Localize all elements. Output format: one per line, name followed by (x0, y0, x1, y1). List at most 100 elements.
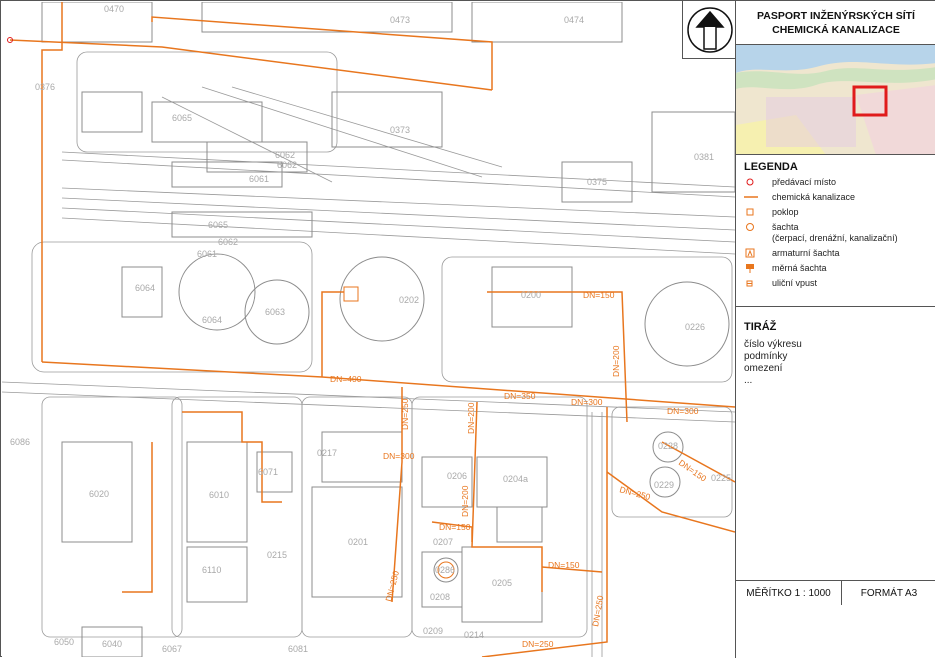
parcel-label: 0376 (35, 82, 55, 92)
parcel-label: 0207 (433, 537, 453, 547)
pipe-label: DN=150 (677, 457, 709, 483)
legend-label: uliční vpust (772, 278, 818, 288)
parcel-label: 0228 (658, 441, 678, 451)
meter-shaft-icon (744, 263, 772, 274)
imprint-heading: TIRÁŽ (744, 321, 777, 333)
pipe-label: DN=150 (583, 290, 615, 300)
pipe-label: DN=250 (522, 639, 554, 649)
pipe-label: DN=250 (400, 398, 410, 430)
parcel-label: 6020 (89, 489, 109, 499)
pipe-label: DN=250 (590, 594, 605, 627)
pipe-label: DN=350 (504, 391, 536, 401)
imprint-section: TIRÁŽ číslo výkresu podmínky omezení ... (736, 307, 935, 581)
map-sheet: 0470 0473 0474 0376 6065 0373 6062 6062 … (0, 0, 935, 658)
side-panel: PASPORT INŽENÝRSKÝCH SÍTÍ CHEMICKÁ KANAL… (735, 1, 935, 658)
legend-heading: LEGENDA (744, 161, 798, 173)
pipe-label: DN=200 (460, 485, 470, 517)
legend-item: šachta (čerpací, drenážní, kanalizační) (744, 222, 928, 244)
parcel-label: 0217 (317, 448, 337, 458)
armature-shaft-icon (744, 248, 772, 259)
pipe-label: DN=300 (383, 451, 415, 461)
north-arrow-icon (687, 7, 733, 53)
map-canvas[interactable]: 0470 0473 0474 0376 6065 0373 6062 6062 … (2, 2, 735, 657)
parcel-label: 6062 (218, 237, 238, 247)
pipe-label: DN=400 (330, 374, 362, 384)
shaft-icon (744, 222, 772, 233)
parcel-label: 0473 (390, 15, 410, 25)
parcel-label: 6010 (209, 490, 229, 500)
legend-item: poklop (744, 207, 928, 218)
pipe-label: DN=200 (466, 402, 476, 434)
railway-tracks (61, 86, 735, 255)
parcel-label: 0225 (711, 473, 731, 483)
parcel-label: 0204a (503, 474, 528, 484)
parcel-label: 6062 (277, 160, 297, 170)
sheet-title-line1: PASPORT INŽENÝRSKÝCH SÍTÍ (757, 10, 915, 22)
pipe-label: DN=250 (618, 484, 651, 502)
parcel-label: 0470 (104, 4, 124, 14)
legend-item: uliční vpust (744, 278, 928, 289)
parcel-label: 0214 (464, 630, 484, 640)
parcel-label: 0226 (685, 322, 705, 332)
parcel-label: 6110 (202, 565, 221, 575)
buildings (41, 2, 735, 657)
parcel-label: 0208 (430, 592, 450, 602)
legend: LEGENDA předávací místo chemická kanaliz… (736, 155, 935, 307)
pipe-label: DN=300 (571, 397, 603, 407)
sewer-line-icon (744, 192, 772, 203)
parcel-label: 0229 (654, 480, 674, 490)
parcel-label: 0202 (399, 295, 419, 305)
parcel-label: 0200 (521, 290, 541, 300)
legend-item: měrná šachta (744, 263, 928, 274)
legend-label-sub: (čerpací, drenážní, kanalizační) (772, 233, 898, 243)
manhole-cover-icon (744, 207, 772, 218)
parcel-label: 6065 (208, 220, 228, 230)
sheet-title: PASPORT INŽENÝRSKÝCH SÍTÍ CHEMICKÁ KANAL… (736, 1, 935, 45)
scale-label: MĚŘÍTKO 1 : 1000 (736, 581, 842, 605)
parcel-label: 0205 (492, 578, 512, 588)
parcel-label: 0206 (447, 471, 467, 481)
sheet-title-line2: CHEMICKÁ KANALIZACE (772, 24, 900, 36)
pipe-label: DN=150 (439, 522, 471, 532)
format-label: FORMÁT A3 (860, 587, 918, 599)
imprint-line: ... (744, 375, 753, 386)
legend-label: poklop (772, 207, 799, 217)
imprint-line: podmínky (744, 351, 788, 362)
legend-label: chemická kanalizace (772, 192, 856, 202)
north-arrow (682, 1, 736, 59)
overview-map (736, 45, 935, 155)
parcel-label: 6061 (197, 249, 217, 259)
parcel-label: 0286 (435, 565, 455, 575)
pipe-label: DN=200 (611, 345, 621, 377)
parcel-label: 0201 (348, 537, 368, 547)
pipe-label: DN=300 (667, 406, 699, 416)
parcel-label: 6065 (172, 113, 192, 123)
legend-label-main: šachta (772, 222, 799, 232)
parcel-label: 6040 (102, 639, 122, 649)
parcel-label: 6064 (135, 283, 155, 293)
parcel-label: 0474 (564, 15, 584, 25)
parcel-label: 0375 (587, 177, 607, 187)
parcel-label: 0209 (423, 626, 443, 636)
street-drain-icon (744, 278, 772, 289)
parcel-label: 6064 (202, 315, 222, 325)
sewer-network (9, 2, 735, 657)
overview-map-svg (736, 45, 935, 154)
parcel-label: 0215 (267, 550, 287, 560)
legend-item: armaturní šachta (744, 248, 928, 259)
legend-label: šachta (čerpací, drenážní, kanalizační) (772, 222, 898, 244)
parcel-label: 6086 (10, 437, 30, 447)
parcel-label: 6062 (275, 150, 295, 160)
legend-item: předávací místo (744, 177, 928, 188)
parcel-label: 0373 (390, 125, 410, 135)
handover-point-icon (744, 177, 772, 188)
legend-label: armaturní šachta (772, 248, 840, 258)
pipe-label: DN=150 (548, 560, 580, 570)
pipe-label: DN=250 (383, 569, 401, 602)
parcel-label: 6061 (249, 174, 269, 184)
pipe-labels: DN=150 DN=200 DN=400 DN=350 DN=300 DN=30… (330, 290, 709, 649)
parcel-label: 6081 (288, 644, 308, 654)
map-svg: 0470 0473 0474 0376 6065 0373 6062 6062 … (2, 2, 735, 657)
imprint-line: číslo výkresu (744, 339, 802, 350)
parcel-label: 0381 (694, 152, 714, 162)
